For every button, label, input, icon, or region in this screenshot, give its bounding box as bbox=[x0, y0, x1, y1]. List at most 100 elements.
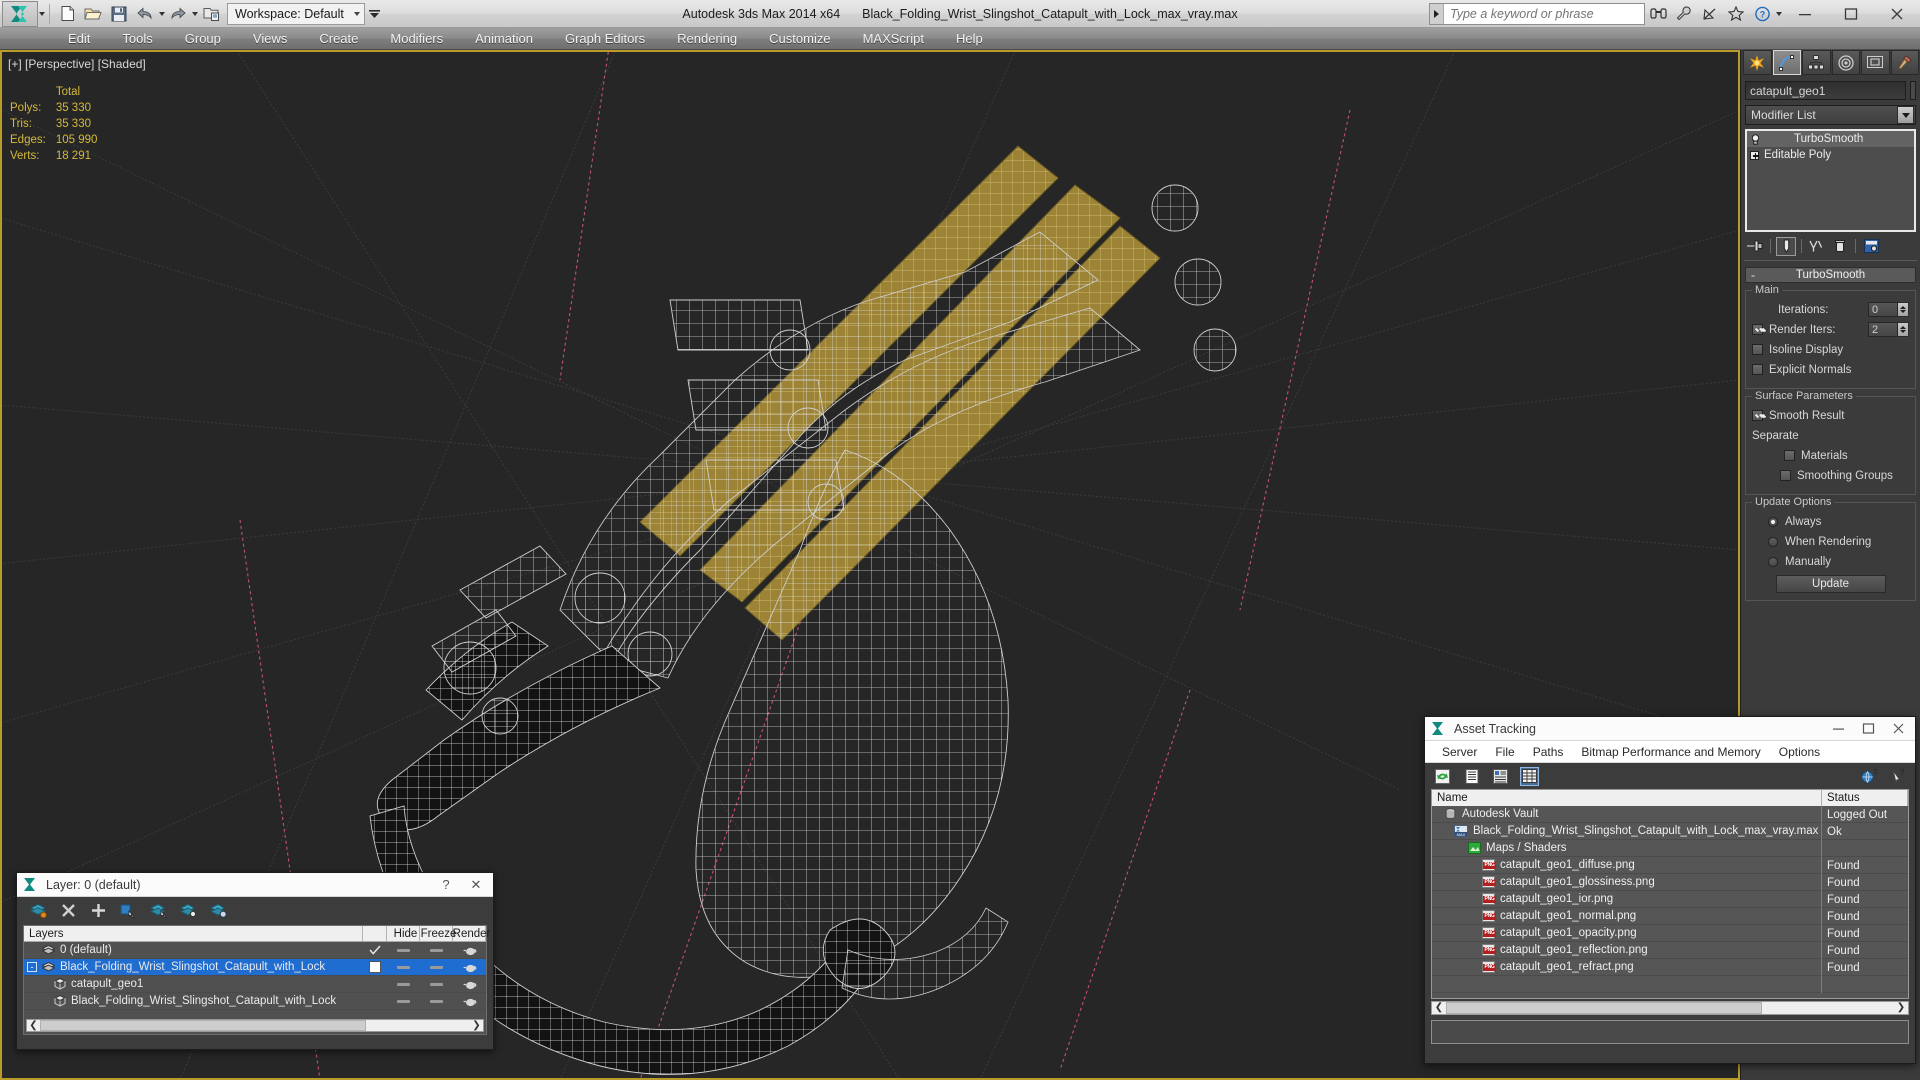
scroll-thumb[interactable] bbox=[1446, 1002, 1762, 1014]
list-view-button[interactable] bbox=[1462, 767, 1481, 786]
menu-item-modifiers[interactable]: Modifiers bbox=[374, 28, 459, 50]
close-window-button[interactable] bbox=[1874, 0, 1920, 28]
undo-button[interactable] bbox=[132, 2, 158, 26]
open-file-button[interactable] bbox=[80, 2, 106, 26]
scroll-right-arrow-icon[interactable]: ❯ bbox=[1894, 1002, 1908, 1014]
layer-dialog-titlebar[interactable]: Layer: 0 (default) ? ✕ bbox=[17, 873, 493, 897]
minimize-window-button[interactable] bbox=[1782, 0, 1828, 28]
modify-tab[interactable] bbox=[1773, 50, 1802, 75]
help-globe-button[interactable]: ? bbox=[1859, 767, 1878, 786]
explicit-normals-checkbox[interactable] bbox=[1752, 364, 1763, 375]
layer-dialog-close-button[interactable]: ✕ bbox=[461, 874, 491, 896]
layer-render-toggle[interactable] bbox=[453, 945, 486, 956]
asset-tracking-minimize-button[interactable] bbox=[1823, 718, 1853, 740]
layer-row-catapult[interactable]: - Black_Folding_Wrist_Slingshot_Catapult… bbox=[24, 959, 486, 976]
asset-column-status[interactable]: Status bbox=[1822, 790, 1908, 806]
always-row[interactable]: Always bbox=[1768, 513, 1909, 530]
menu-item-edit[interactable]: Edit bbox=[52, 28, 106, 50]
utilities-tab[interactable] bbox=[1891, 50, 1920, 75]
asset-list[interactable]: Name Status Autodesk Vault Logged Out MA… bbox=[1431, 789, 1909, 999]
object-render-toggle[interactable] bbox=[453, 996, 486, 1007]
layer-column-freeze[interactable]: Freeze bbox=[420, 926, 453, 941]
scroll-right-arrow-icon[interactable]: ❯ bbox=[470, 1020, 483, 1031]
turbosmooth-rollout-header[interactable]: - TurboSmooth bbox=[1745, 267, 1916, 283]
set-project-folder-button[interactable] bbox=[198, 2, 224, 26]
materials-checkbox[interactable] bbox=[1784, 450, 1795, 461]
layer-list[interactable]: Layers Hide Freeze Render 0 (default) bbox=[23, 925, 487, 1035]
iterations-spinner-arrows[interactable] bbox=[1898, 302, 1909, 317]
object-hide-toggle[interactable] bbox=[387, 1000, 420, 1003]
smooth-result-row[interactable]: Smooth Result bbox=[1752, 407, 1909, 424]
configure-modifier-sets-button[interactable] bbox=[1861, 237, 1881, 256]
asset-menu-file[interactable]: File bbox=[1486, 742, 1523, 762]
menu-item-help[interactable]: Help bbox=[940, 28, 999, 50]
create-new-layer-button[interactable] bbox=[29, 901, 47, 919]
menu-item-create[interactable]: Create bbox=[303, 28, 374, 50]
menu-item-rendering[interactable]: Rendering bbox=[661, 28, 753, 50]
explicit-normals-row[interactable]: Explicit Normals bbox=[1752, 361, 1909, 378]
app-logo-button[interactable] bbox=[2, 1, 38, 27]
help-button[interactable]: ? bbox=[1749, 2, 1775, 26]
menu-item-customize[interactable]: Customize bbox=[753, 28, 846, 50]
when-rendering-row[interactable]: When Rendering bbox=[1768, 533, 1909, 550]
asset-column-name[interactable]: Name bbox=[1432, 790, 1822, 806]
when-rendering-radio[interactable] bbox=[1768, 537, 1778, 547]
layer-properties-button[interactable] bbox=[209, 901, 227, 919]
asset-tracking-maximize-button[interactable] bbox=[1853, 718, 1883, 740]
details-view-button[interactable] bbox=[1491, 767, 1510, 786]
smoothing-groups-row[interactable]: Smoothing Groups bbox=[1780, 467, 1909, 484]
update-button[interactable]: Update bbox=[1776, 575, 1886, 593]
grid-view-button[interactable] bbox=[1520, 767, 1539, 786]
layer-current-checkbox[interactable] bbox=[363, 961, 387, 973]
menu-item-graph-editors[interactable]: Graph Editors bbox=[549, 28, 661, 50]
workspace-dropdown-button[interactable] bbox=[365, 3, 385, 25]
asset-tracking-dialog[interactable]: Asset Tracking Server File Paths Bitmap … bbox=[1424, 716, 1916, 1064]
viewport-label[interactable]: [+] [Perspective] [Shaded] bbox=[8, 57, 146, 71]
make-unique-button[interactable] bbox=[1807, 237, 1827, 256]
iterations-spinner[interactable] bbox=[1868, 302, 1909, 317]
modifier-stack-item-turbosmooth[interactable]: TurboSmooth bbox=[1747, 131, 1914, 147]
search-expand-icon[interactable] bbox=[1430, 4, 1444, 24]
modifier-stack-item-editable-poly[interactable]: Editable Poly bbox=[1747, 147, 1914, 163]
asset-tracking-close-button[interactable] bbox=[1883, 718, 1913, 740]
menu-item-views[interactable]: Views bbox=[237, 28, 303, 50]
asset-menu-paths[interactable]: Paths bbox=[1524, 742, 1573, 762]
object-render-toggle[interactable] bbox=[453, 979, 486, 990]
modifier-stack[interactable]: TurboSmooth Editable Poly bbox=[1745, 129, 1916, 232]
search-input[interactable] bbox=[1444, 4, 1644, 24]
manually-row[interactable]: Manually bbox=[1768, 553, 1909, 570]
app-menu-caret-icon[interactable] bbox=[39, 12, 45, 16]
render-iters-input[interactable] bbox=[1868, 322, 1898, 337]
select-highlighted-objects-button[interactable] bbox=[149, 901, 167, 919]
asset-row-glossiness[interactable]: PNG catapult_geo1_glossiness.png Found bbox=[1432, 874, 1908, 891]
isoline-display-row[interactable]: Isoline Display bbox=[1752, 341, 1909, 358]
save-file-button[interactable] bbox=[106, 2, 132, 26]
motion-tab[interactable] bbox=[1832, 50, 1861, 75]
scroll-left-arrow-icon[interactable]: ❮ bbox=[1432, 1002, 1446, 1014]
layer-column-current[interactable] bbox=[363, 926, 387, 941]
subscription-center-button[interactable] bbox=[1671, 2, 1697, 26]
isoline-display-checkbox[interactable] bbox=[1752, 344, 1763, 355]
highlight-selected-objects-layer-button[interactable] bbox=[179, 901, 197, 919]
layer-hide-toggle[interactable] bbox=[387, 966, 420, 969]
modifier-list-dropdown[interactable]: Modifier List bbox=[1745, 105, 1916, 125]
object-hide-toggle[interactable] bbox=[387, 983, 420, 986]
redo-button[interactable] bbox=[165, 2, 191, 26]
infocenter-button[interactable] bbox=[1645, 2, 1671, 26]
asset-row-reflection[interactable]: PNG catapult_geo1_reflection.png Found bbox=[1432, 942, 1908, 959]
render-iters-spinner-arrows[interactable] bbox=[1898, 322, 1909, 337]
menu-item-group[interactable]: Group bbox=[169, 28, 237, 50]
layer-dialog-help-button[interactable]: ? bbox=[431, 874, 461, 896]
always-radio[interactable] bbox=[1768, 517, 1778, 527]
refresh-button[interactable] bbox=[1433, 767, 1452, 786]
render-iters-checkbox[interactable] bbox=[1752, 324, 1763, 335]
asset-tracking-titlebar[interactable]: Asset Tracking bbox=[1425, 717, 1915, 741]
layer-column-layers[interactable]: Layers bbox=[24, 926, 363, 941]
iterations-input[interactable] bbox=[1868, 302, 1898, 317]
asset-horizontal-scrollbar[interactable]: ❮ ❯ bbox=[1431, 1001, 1909, 1015]
modifier-list-caret-icon[interactable] bbox=[1897, 106, 1914, 124]
delete-layer-button[interactable] bbox=[59, 901, 77, 919]
asset-row-normal[interactable]: PNG catapult_geo1_normal.png Found bbox=[1432, 908, 1908, 925]
smoothing-groups-checkbox[interactable] bbox=[1780, 470, 1791, 481]
menu-item-animation[interactable]: Animation bbox=[459, 28, 549, 50]
